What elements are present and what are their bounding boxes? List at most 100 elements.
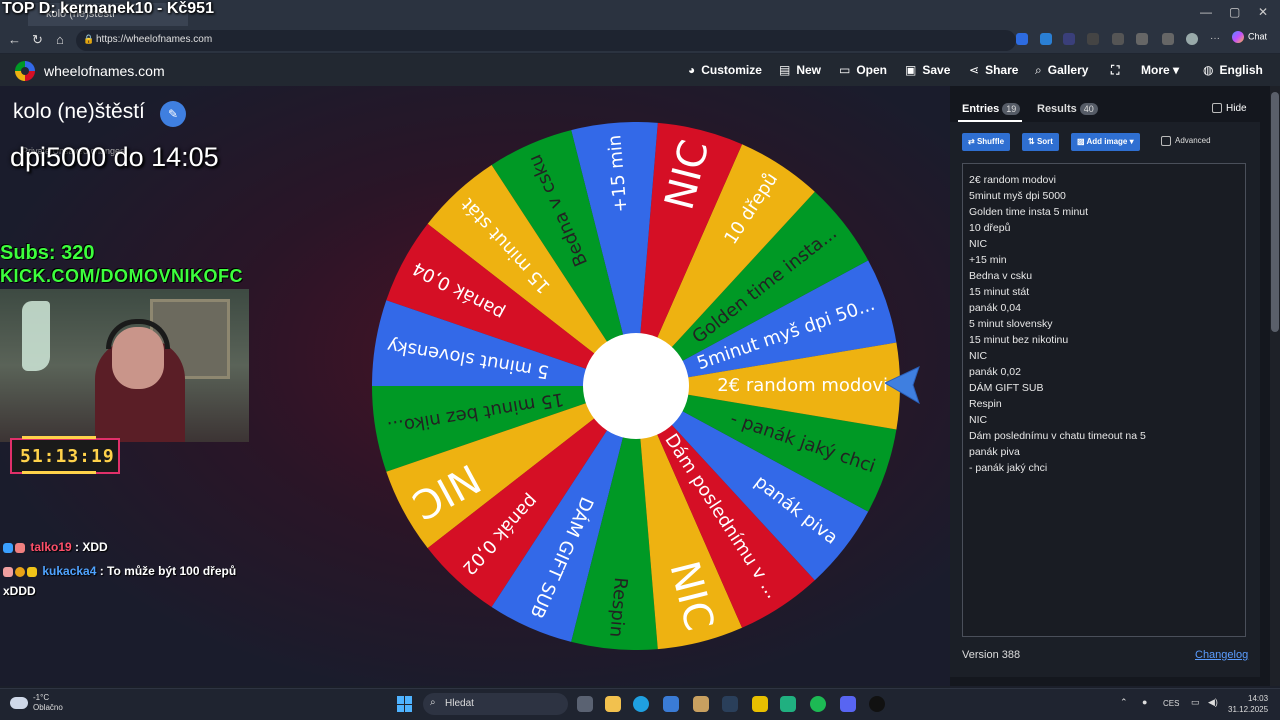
site-name[interactable]: wheelofnames.com <box>44 63 165 79</box>
hide-checkbox[interactable]: Hide <box>1212 103 1247 114</box>
wall-light <box>22 301 50 371</box>
tab-entries[interactable]: Entries 19 <box>962 103 1021 115</box>
chat-message: kukacka4 : To může být 100 dřepů <box>3 564 236 578</box>
wheel-logo-icon[interactable] <box>15 61 35 81</box>
entry-line: Dám poslednímu v chatu timeout na 5 <box>969 430 1146 442</box>
share-button[interactable]: ⋖ Share <box>969 63 1018 77</box>
open-button[interactable]: ▭ Open <box>839 63 887 77</box>
system-clock[interactable]: 14:03 31.12.2025 <box>1228 693 1268 715</box>
chevron-down-icon: ▾ <box>1129 137 1134 146</box>
entry-line: 15 minut bez nikotinu <box>969 334 1069 346</box>
url-bar[interactable]: 🔒 https://wheelofnames.com <box>76 30 1016 51</box>
more-icon[interactable]: ··· <box>1210 33 1222 45</box>
spotify-icon[interactable] <box>810 696 826 712</box>
microphone-icon[interactable]: ● <box>1142 697 1147 707</box>
tab-results[interactable]: Results 40 <box>1037 103 1098 115</box>
add-image-button[interactable]: ▨ Add image ▾ <box>1071 133 1140 151</box>
entry-line: Respin <box>969 398 1002 410</box>
taskbar-search[interactable]: ⌕ Hledat <box>423 693 568 715</box>
add-image-label: Add image <box>1086 137 1128 146</box>
app-icon[interactable] <box>693 696 709 712</box>
extensions-icon[interactable] <box>1136 33 1148 45</box>
scrollbar-thumb[interactable] <box>1271 92 1279 332</box>
url-text: https://wheelofnames.com <box>96 34 213 45</box>
save-icon: ▣ <box>905 63 917 77</box>
customize-button[interactable]: ◕ Customize <box>688 63 762 77</box>
chat-message-continued: xDDD <box>3 584 36 598</box>
home-icon[interactable]: ⌂ <box>56 32 64 47</box>
save-button[interactable]: ▣ Save <box>905 63 950 77</box>
badge-icon <box>3 542 13 553</box>
chat-text: : To může být 100 dřepů <box>96 564 237 578</box>
extension-icon[interactable] <box>1016 33 1028 45</box>
gallery-button[interactable]: ⌕ Gallery <box>1035 63 1088 78</box>
minimize-button[interactable]: — <box>1200 5 1212 19</box>
edit-title-button[interactable]: ✎ <box>160 101 186 127</box>
favorites-icon[interactable] <box>1162 33 1174 45</box>
badge-icon <box>15 566 25 577</box>
close-button[interactable]: ✕ <box>1258 5 1268 19</box>
entries-textarea[interactable]: 2€ random modovi 5minut myš dpi 5000 Golde… <box>962 163 1246 637</box>
shuffle-icon: ⇄ <box>968 137 977 146</box>
wheel[interactable]: 2€ random modovi5minut myš dpi 50...Gold… <box>372 122 900 650</box>
stream-timer: 51:13:19 <box>20 446 115 467</box>
entries-count-badge: 19 <box>1002 103 1021 115</box>
copilot-icon <box>1232 31 1244 43</box>
shuffle-label: Shuffle <box>976 137 1005 146</box>
entry-line: NIC <box>969 350 988 362</box>
weather-widget[interactable]: -1°C Oblačno <box>10 693 63 713</box>
profile-avatar[interactable] <box>1186 33 1198 45</box>
fullscreen-icon[interactable]: ⛶ <box>1111 63 1119 78</box>
logitech-icon[interactable] <box>869 696 885 712</box>
changelog-link[interactable]: Changelog <box>1195 649 1248 661</box>
new-button[interactable]: ▤ New <box>779 63 821 77</box>
volume-icon[interactable]: ◀) <box>1208 697 1218 708</box>
entry-line: - panák jaký chci <box>969 462 1048 474</box>
app-icon[interactable] <box>752 696 768 712</box>
app-icon[interactable] <box>780 696 796 712</box>
discord-icon[interactable] <box>840 696 856 712</box>
open-label: Open <box>856 63 888 77</box>
more-menu[interactable]: More ▾ <box>1141 63 1179 77</box>
search-icon: ⌕ <box>430 697 436 708</box>
extension-icon[interactable] <box>1112 33 1124 45</box>
refresh-icon[interactable]: ↻ <box>32 32 43 48</box>
back-icon[interactable]: ← <box>8 32 21 47</box>
entry-line: panák 0,04 <box>969 302 1021 314</box>
sort-label: Sort <box>1036 137 1053 146</box>
crown-icon <box>27 566 37 577</box>
network-icon[interactable]: ▭ <box>1191 697 1200 708</box>
entry-line: 10 dřepů <box>969 222 1011 234</box>
extension-icon[interactable] <box>1063 33 1075 45</box>
results-tab-label: Results <box>1037 103 1077 115</box>
input-language[interactable]: CES <box>1163 699 1179 708</box>
store-icon[interactable] <box>663 696 679 712</box>
file-explorer-icon[interactable] <box>605 696 621 712</box>
maximize-button[interactable]: ▢ <box>1229 5 1240 19</box>
language-button[interactable]: ◍ English <box>1203 63 1263 77</box>
windows-start-icon[interactable] <box>397 696 413 712</box>
shuffle-button[interactable]: ⇄ Shuffle <box>962 133 1011 151</box>
sort-button[interactable]: ⇅ Sort <box>1022 133 1059 151</box>
version-label: Version 388 <box>962 649 1021 661</box>
edge-icon[interactable] <box>633 696 649 712</box>
wheel-center[interactable] <box>583 333 689 439</box>
steam-icon[interactable] <box>722 696 738 712</box>
advanced-label: Advanced <box>1175 136 1211 146</box>
extension-icon[interactable] <box>1040 33 1052 45</box>
timer-accent <box>22 436 96 439</box>
sort-icon: ⇅ <box>1028 137 1037 146</box>
wheel-slice-label: 2€ random modovi <box>717 375 888 396</box>
webcam-feed <box>0 289 249 442</box>
chat-username: kukacka4 <box>42 564 97 578</box>
entry-line: NIC <box>969 238 988 250</box>
extension-icon[interactable] <box>1087 33 1099 45</box>
badge-icon <box>3 566 13 577</box>
tray-chevron-icon[interactable]: ⌃ <box>1120 697 1128 708</box>
advanced-checkbox[interactable]: Advanced <box>1161 136 1211 146</box>
chat-username: talko19 <box>30 540 72 554</box>
copilot-chat-button[interactable]: Chat <box>1232 31 1267 43</box>
folder-icon: ▭ <box>839 63 851 77</box>
checkbox-icon <box>1161 136 1171 146</box>
task-view-icon[interactable] <box>577 696 593 712</box>
